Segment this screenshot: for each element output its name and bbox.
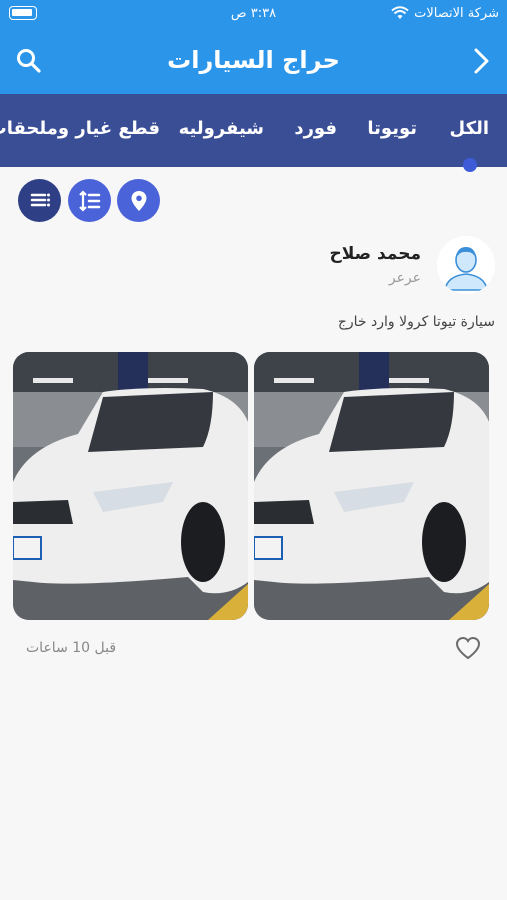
sort-button[interactable] (68, 179, 111, 222)
carrier-name: شركة الاتصالات (414, 6, 499, 21)
car-image (13, 352, 248, 620)
tab-ford[interactable]: فورد (294, 118, 337, 139)
tab-chevrolet[interactable]: شيفروليه (179, 118, 264, 139)
user-name[interactable]: محمد صلاح (330, 244, 422, 264)
location-icon (131, 190, 146, 211)
tab-all[interactable]: الكل (450, 118, 489, 139)
status-bar: ٣:٣٨ ص شركة الاتصالات (0, 0, 507, 28)
sort-icon (78, 189, 100, 212)
car-photo-2[interactable] (13, 352, 248, 620)
list-view-button[interactable] (18, 179, 61, 222)
app-header: حراج السيارات (0, 28, 507, 94)
page-title: حراج السيارات (167, 46, 340, 74)
avatar[interactable] (437, 236, 495, 294)
active-tab-indicator (463, 158, 477, 172)
car-photo-1[interactable] (254, 352, 489, 620)
category-tabs: الكل تويوتا فورد شيفروليه قطع غيار وملحق… (0, 94, 507, 167)
post-time: قبل 10 ساعات (26, 640, 117, 656)
chevron-right-icon[interactable] (466, 46, 496, 76)
list-icon (30, 193, 50, 206)
tab-toyota[interactable]: تويوتا (367, 118, 417, 139)
car-image (254, 352, 489, 620)
location-button[interactable] (117, 179, 160, 222)
user-avatar-icon (437, 236, 495, 294)
tab-parts-accessories[interactable]: قطع غيار وملحقات (0, 118, 160, 139)
post-text[interactable]: سيارة تيوتا كرولا وارد خارج (338, 314, 495, 330)
heart-outline-icon[interactable] (455, 636, 481, 660)
wifi-icon (391, 6, 409, 19)
user-city: عرعر (388, 270, 421, 286)
